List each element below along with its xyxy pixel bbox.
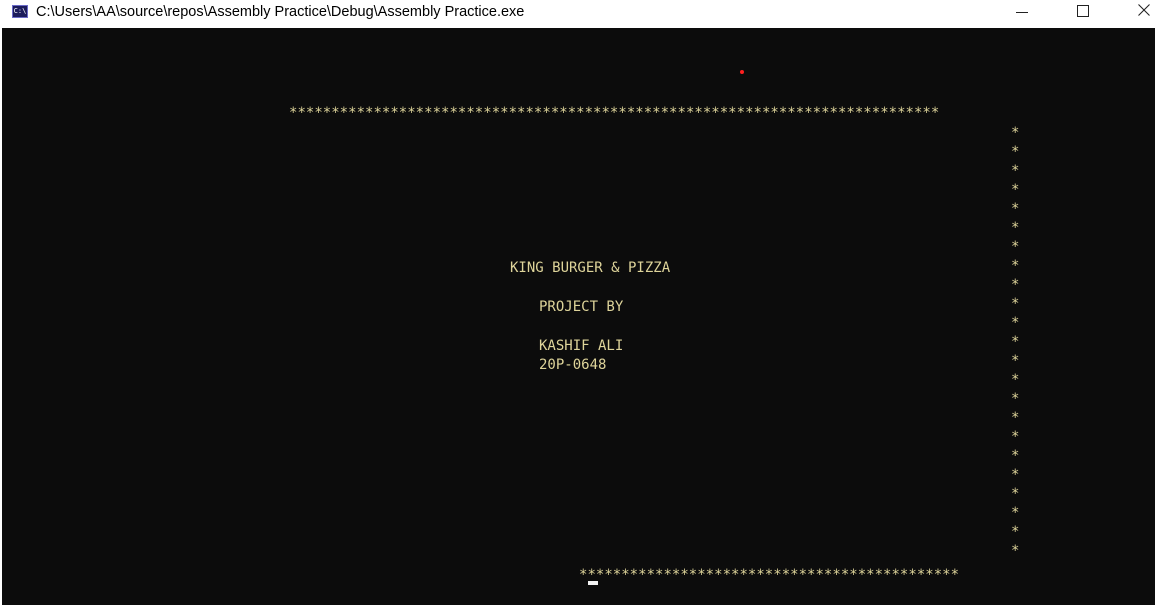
console-output[interactable]: ****************************************…	[2, 28, 1155, 605]
console-window: C:\ C:\Users\AA\source\repos\Assembly Pr…	[0, 0, 1155, 605]
author-name: KASHIF ALI	[539, 338, 624, 354]
red-dot-marker	[740, 70, 744, 74]
project-by-label: PROJECT BY	[539, 299, 624, 315]
border-right: * * * * * * * * * * * * * * * * * * * * …	[1011, 125, 1020, 559]
window-title: C:\Users\AA\source\repos\Assembly Practi…	[36, 4, 525, 20]
student-id: 20P-0648	[539, 357, 607, 373]
restaurant-title: KING BURGER & PIZZA	[510, 260, 671, 276]
text-cursor	[588, 581, 598, 585]
close-icon	[1138, 4, 1150, 16]
border-bottom: ****************************************…	[579, 567, 960, 583]
border-top: ****************************************…	[289, 105, 940, 121]
title-bar[interactable]: C:\ C:\Users\AA\source\repos\Assembly Pr…	[0, 0, 1155, 26]
console-app-icon[interactable]: C:\	[12, 5, 28, 18]
minimize-button[interactable]	[1000, 0, 1046, 26]
close-button[interactable]	[1120, 0, 1155, 26]
maximize-button[interactable]	[1060, 0, 1106, 26]
